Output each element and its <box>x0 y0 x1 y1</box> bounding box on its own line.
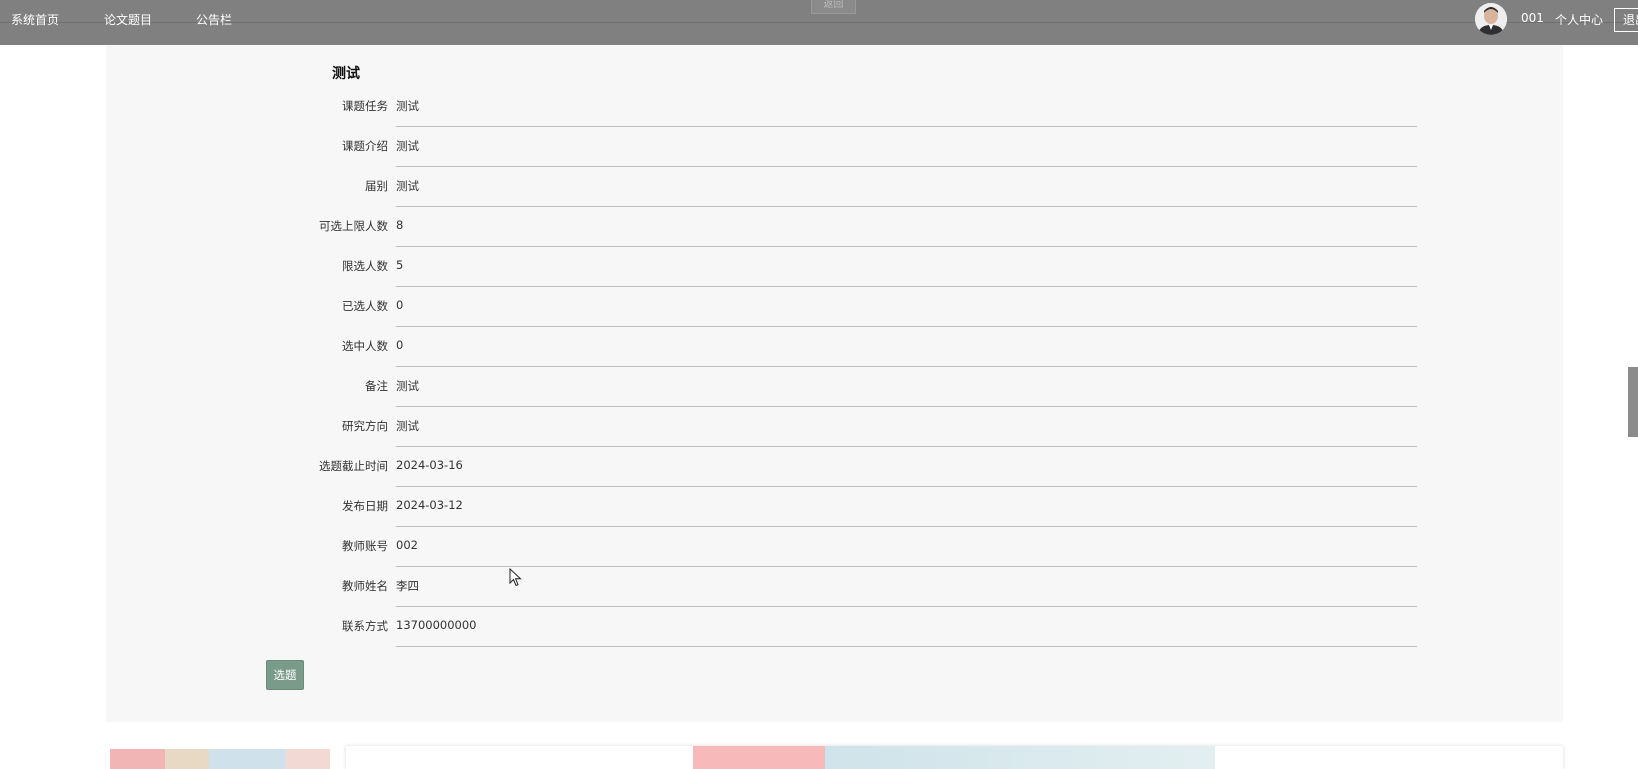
field-value: 13700000000 <box>396 618 477 632</box>
logout-button[interactable]: 退出 <box>1614 8 1638 32</box>
user-id: 001 <box>1521 11 1544 25</box>
field-row: 课题介绍 测试 <box>300 127 1417 167</box>
navbar-divider <box>0 22 1638 23</box>
detail-fields: 课题任务 测试 课题介绍 测试 届别 测试 可选上限人数 8 限选人数 5 已选… <box>300 87 1417 647</box>
field-row: 可选上限人数 8 <box>300 207 1417 247</box>
field-label: 限选人数 <box>342 259 388 273</box>
field-value: 002 <box>396 538 418 552</box>
field-label: 教师姓名 <box>342 579 388 593</box>
field-value: 测试 <box>396 139 419 153</box>
back-button[interactable]: 返回 <box>811 0 856 14</box>
user-avatar-icon <box>1475 3 1507 35</box>
field-row: 教师账号 002 <box>300 527 1417 567</box>
field-label: 备注 <box>365 379 388 393</box>
field-value: 0 <box>396 298 404 312</box>
nav-item-paper-topics[interactable]: 论文题目 <box>104 11 152 28</box>
banner-image-left <box>693 746 825 769</box>
field-row: 届别 测试 <box>300 167 1417 207</box>
field-value: 测试 <box>396 99 419 113</box>
field-label: 选题截止时间 <box>319 459 388 473</box>
field-row: 教师姓名 李四 <box>300 567 1417 607</box>
select-topic-button[interactable]: 选题 <box>266 660 304 690</box>
field-row: 已选人数 0 <box>300 287 1417 327</box>
field-label: 届别 <box>365 179 388 193</box>
nav-item-home[interactable]: 系统首页 <box>11 11 59 28</box>
field-row: 发布日期 2024-03-12 <box>300 487 1417 527</box>
field-value: 5 <box>396 258 404 272</box>
field-value: 测试 <box>396 379 419 393</box>
field-label: 研究方向 <box>342 419 388 433</box>
thumbnail-image[interactable] <box>110 749 330 769</box>
field-label: 联系方式 <box>342 619 388 633</box>
field-value: 2024-03-12 <box>396 498 463 512</box>
field-row: 限选人数 5 <box>300 247 1417 287</box>
avatar[interactable] <box>1475 3 1507 35</box>
field-row: 选中人数 0 <box>300 327 1417 367</box>
field-label: 课题介绍 <box>342 139 388 153</box>
field-value: 2024-03-16 <box>396 458 463 472</box>
field-row: 联系方式 13700000000 <box>300 607 1417 647</box>
mouse-pointer-icon <box>509 568 522 587</box>
banner-image-right <box>825 746 1215 769</box>
field-value: 0 <box>396 338 404 352</box>
side-float-handle[interactable] <box>1628 367 1638 437</box>
field-row: 备注 测试 <box>300 367 1417 407</box>
field-row: 选题截止时间 2024-03-16 <box>300 447 1417 487</box>
field-label: 课题任务 <box>342 99 388 113</box>
field-label: 可选上限人数 <box>319 219 388 233</box>
field-row: 研究方向 测试 <box>300 407 1417 447</box>
user-center-link[interactable]: 个人中心 <box>1555 11 1603 28</box>
field-value: 测试 <box>396 419 419 433</box>
field-label: 选中人数 <box>342 339 388 353</box>
banner-card[interactable] <box>346 746 1563 769</box>
page-title: 测试 <box>332 66 360 82</box>
field-divider <box>396 646 1417 647</box>
field-row: 课题任务 测试 <box>300 87 1417 127</box>
field-label: 教师账号 <box>342 539 388 553</box>
field-value: 测试 <box>396 179 419 193</box>
nav-item-notice-board[interactable]: 公告栏 <box>196 11 232 28</box>
field-value: 8 <box>396 218 404 232</box>
field-label: 已选人数 <box>342 299 388 313</box>
top-navbar: 返回 系统首页 论文题目 公告栏 001 个人中心 退出 <box>0 0 1638 45</box>
field-label: 发布日期 <box>342 499 388 513</box>
field-value: 李四 <box>396 579 419 593</box>
